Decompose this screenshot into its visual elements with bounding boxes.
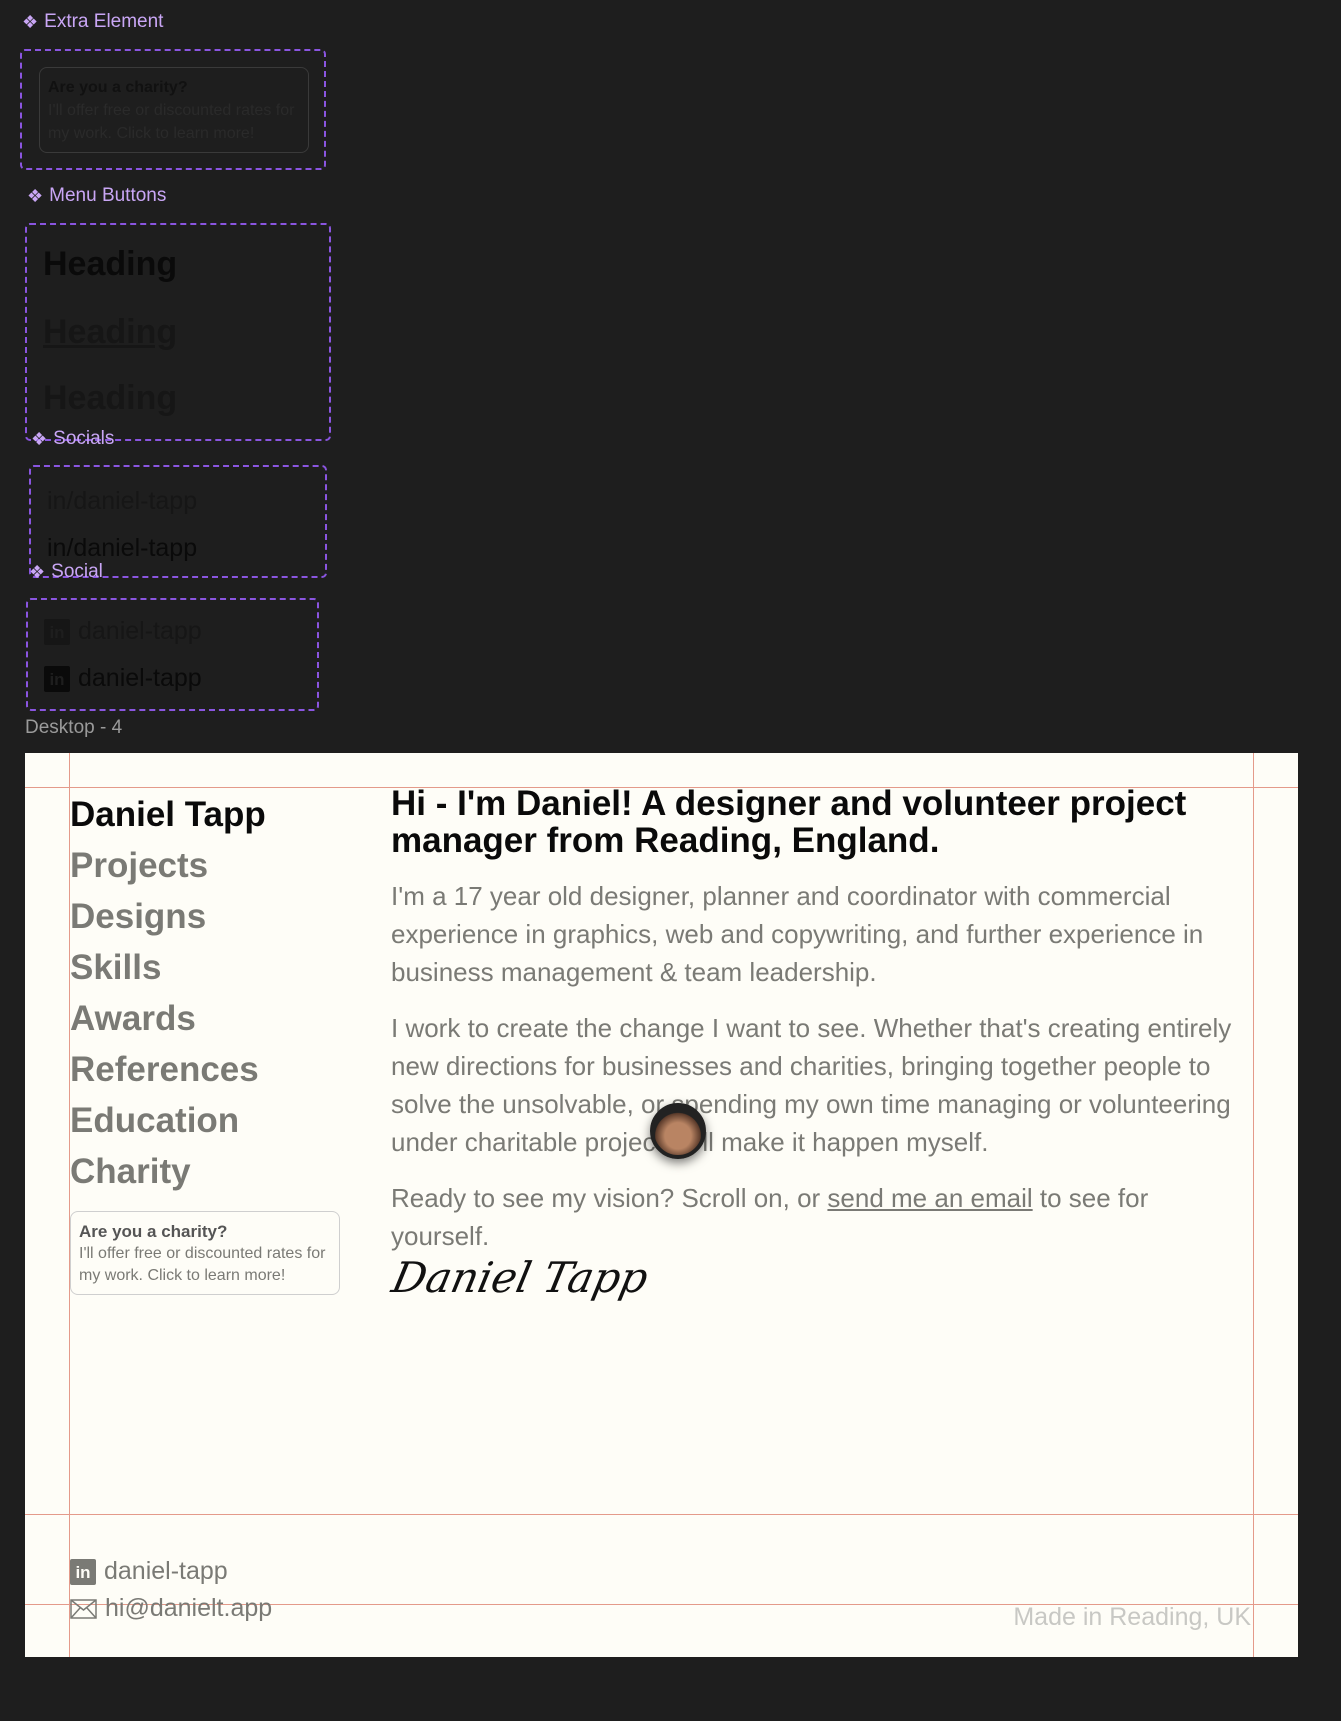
charity-card-title: Are you a charity? — [79, 1222, 228, 1241]
intro-section: Hi - I'm Daniel! A designer and voluntee… — [391, 785, 1251, 1273]
component-label-social[interactable]: ❖ Social — [29, 561, 103, 583]
nav-designs[interactable]: Designs — [70, 891, 266, 942]
sidebar-nav: Daniel Tapp Projects Designs Skills Awar… — [70, 789, 266, 1197]
nav-awards[interactable]: Awards — [70, 993, 266, 1044]
social-item-muted: in daniel-tapp — [44, 617, 202, 646]
extra-element-component[interactable]: Are you a charity? I'll offer free or dis… — [20, 49, 326, 170]
layout-guide — [1253, 753, 1254, 1657]
charity-card[interactable]: Are you a charity? I'll offer free or di… — [70, 1211, 340, 1295]
signature: Daniel Tapp — [387, 1253, 653, 1302]
cta-paragraph: Ready to see my vision? Scroll on, or se… — [391, 1183, 1149, 1251]
made-in-text: Made in Reading, UK — [1013, 1603, 1251, 1631]
social-link-default: in/daniel-tapp — [47, 534, 198, 562]
linkedin-icon: in — [44, 666, 70, 693]
linkedin-icon: in — [70, 1558, 96, 1585]
intro-paragraph: I work to create the change I want to se… — [391, 1013, 1232, 1157]
component-label-extra-element[interactable]: ❖ Extra Element — [22, 11, 163, 33]
nav-skills[interactable]: Skills — [70, 942, 266, 993]
site-name[interactable]: Daniel Tapp — [70, 789, 266, 840]
social-link-muted: in/daniel-tapp — [47, 487, 198, 515]
page-title: Hi - I'm Daniel! A designer and voluntee… — [391, 784, 1187, 860]
frame-label[interactable]: Desktop - 4 — [25, 717, 122, 739]
social-component[interactable]: in daniel-tapp in daniel-tapp — [26, 598, 319, 711]
component-label-socials[interactable]: ❖ Socials — [31, 428, 114, 450]
linkedin-icon: in — [44, 619, 70, 646]
footer-linkedin[interactable]: in daniel-tapp — [70, 1557, 228, 1586]
desktop-frame: Daniel Tapp Projects Designs Skills Awar… — [25, 753, 1298, 1657]
nav-references[interactable]: References — [70, 1044, 266, 1095]
menu-heading-default: Heading — [43, 245, 178, 283]
nav-projects[interactable]: Projects — [70, 840, 266, 891]
layout-guide — [25, 1514, 1298, 1515]
component-label-menu-buttons[interactable]: ❖ Menu Buttons — [27, 185, 166, 207]
email-link[interactable]: send me an email — [827, 1183, 1032, 1213]
menu-buttons-component[interactable]: Heading Heading Heading — [25, 223, 331, 441]
charity-card-text: I'll offer free or discounted rates for … — [79, 1245, 326, 1284]
component-icon: ❖ — [31, 428, 48, 449]
component-icon: ❖ — [22, 11, 39, 32]
avatar[interactable] — [650, 1103, 706, 1159]
nav-education[interactable]: Education — [70, 1095, 266, 1146]
charity-card-ghost: Are you a charity? I'll offer free or dis… — [39, 67, 309, 153]
social-item-default: in daniel-tapp — [44, 664, 202, 693]
menu-heading-hover: Heading — [43, 313, 178, 351]
intro-paragraph: I'm a 17 year old designer, planner and … — [391, 881, 1204, 987]
nav-charity[interactable]: Charity — [70, 1146, 266, 1197]
mail-icon — [70, 1598, 97, 1619]
menu-heading-muted: Heading — [43, 379, 178, 417]
component-icon: ❖ — [29, 561, 46, 582]
footer-email[interactable]: hi@danielt.app — [70, 1594, 272, 1623]
component-icon: ❖ — [27, 185, 44, 206]
